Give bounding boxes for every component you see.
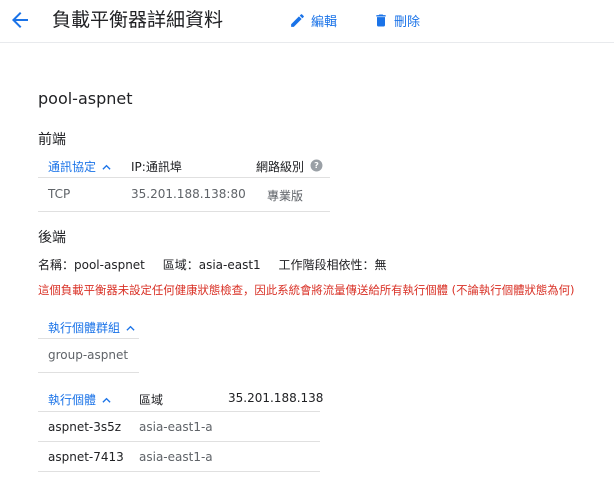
table-header-row: 通訊協定 IP:通訊埠 網路級別 ? [38,153,330,178]
sort-ascending-icon [102,164,111,170]
table-header-row: 執行個體群組 [38,314,139,339]
column-header-protocol[interactable]: 通訊協定 [48,158,111,175]
sort-ascending-icon [126,325,135,331]
backend-section-title: 後端 [38,230,66,246]
page-header: 負載平衡器詳細資料 編輯 刪除 [0,0,614,43]
backend-meta: 名稱：pool-aspnet 區域：asia-east1 工作階段相依性：無 [38,256,401,273]
column-header-instance-group[interactable]: 執行個體群組 [48,319,135,336]
sort-ascending-icon [102,397,111,403]
edit-button[interactable]: 編輯 [289,10,337,30]
arrow-back-icon [12,12,28,28]
table-row: group-aspnet [38,339,139,373]
frontend-section-title: 前端 [38,132,66,148]
network-tier-cell: 專業版 [267,189,304,203]
column-header-label: 執行個體 [48,393,97,407]
column-header-label: 通訊協定 [48,160,97,174]
column-header-instance[interactable]: 執行個體 [48,391,111,408]
table-row: aspnet-3s5z asia-east1-a [38,412,320,442]
backend-region: 區域：asia-east1 [162,258,261,272]
load-balancer-name: pool-aspnet [38,89,133,108]
instance-name-cell[interactable]: aspnet-3s5z [48,420,121,434]
delete-button[interactable]: 刪除 [373,10,420,30]
edit-label: 編輯 [311,14,338,30]
table-row: TCP 35.201.188.138:80 專業版 [38,178,330,212]
instance-group-cell: group-aspnet [48,348,129,362]
delete-label: 刪除 [394,14,421,30]
help-icon[interactable]: ? [310,159,323,172]
instance-group-table: 執行個體群組 group-aspnet [38,314,139,373]
protocol-cell: TCP [48,187,71,201]
instance-zone-cell: asia-east1-a [139,450,213,464]
trash-icon [376,14,386,26]
health-check-warning: 這個負載平衡器未設定任何健康狀態檢查，因此系統會將流量傳送給所有執行個體 (不論… [38,283,575,297]
instance-name-cell[interactable]: aspnet-7413 [48,450,124,464]
pencil-icon [291,13,304,27]
table-row: aspnet-7413 asia-east1-a [38,442,320,472]
instance-zone-cell: asia-east1-a [139,420,213,434]
column-header-ip-port: IP:通訊埠 [131,160,182,174]
frontend-table: 通訊協定 IP:通訊埠 網路級別 ? TCP 35.201.188.138:80… [38,153,330,212]
backend-name: 名稱：pool-aspnet [38,258,145,272]
table-header-row: 執行個體 區域 35.201.188.138 [38,385,324,412]
page-title: 負載平衡器詳細資料 [52,9,224,31]
back-button[interactable] [8,8,32,32]
instance-table: 執行個體 區域 35.201.188.138 aspnet-3s5z asia-… [38,385,324,472]
column-header-label: 執行個體群組 [48,321,121,335]
session-affinity: 工作階段相依性：無 [278,258,387,272]
column-header-ip: 35.201.188.138 [228,391,324,405]
column-header-zone: 區域 [139,393,164,407]
column-header-network-tier: 網路級別 [256,160,305,174]
ip-port-cell: 35.201.188.138:80 [131,187,246,201]
svg-text:?: ? [314,160,319,170]
